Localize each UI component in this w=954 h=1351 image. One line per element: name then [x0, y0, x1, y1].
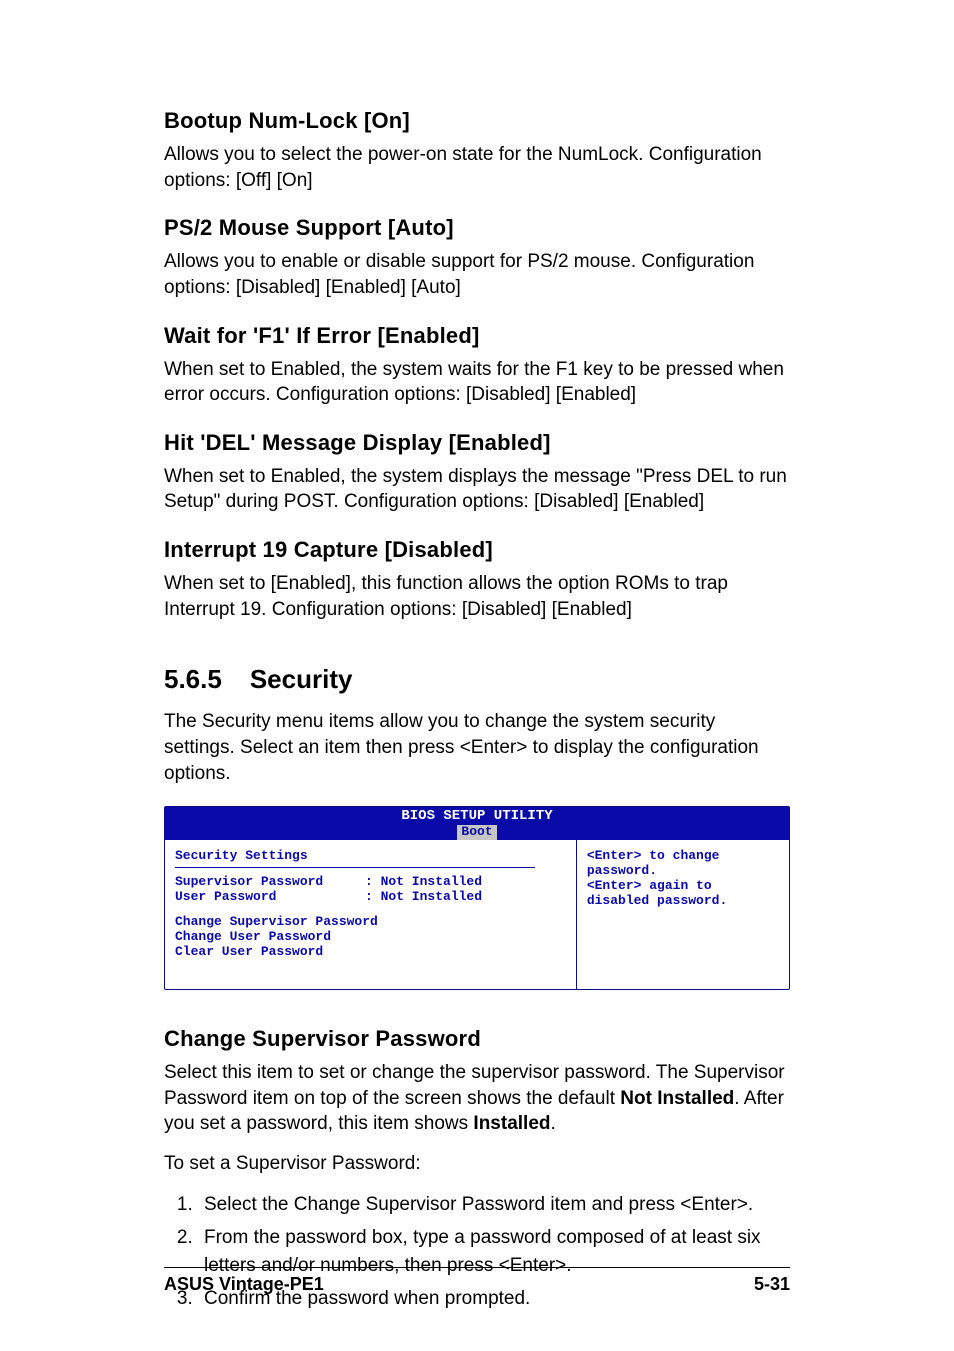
subsection-paragraph: Select this item to set or change the su… [164, 1060, 790, 1137]
section-body: When set to Enabled, the system waits fo… [164, 357, 790, 408]
section-body: Allows you to enable or disable support … [164, 249, 790, 300]
section-heading: Bootup Num-Lock [On] [164, 108, 790, 134]
footer-page-number: 5-31 [754, 1274, 790, 1295]
page-footer: ASUS Vintage-PE1 5-31 [164, 1267, 790, 1295]
bios-kv-row: User Password : Not Installed [175, 889, 566, 904]
bios-help-line: <Enter> again to [587, 878, 779, 893]
section-heading: Interrupt 19 Capture [Disabled] [164, 537, 790, 563]
bios-menu-item: Clear User Password [175, 944, 566, 959]
section-heading: Wait for 'F1' If Error [Enabled] [164, 323, 790, 349]
step-item: Select the Change Supervisor Password it… [198, 1191, 790, 1219]
footer-product: ASUS Vintage-PE1 [164, 1274, 324, 1295]
bios-tab-boot: Boot [457, 825, 496, 840]
section-number: 5.6.5 [164, 664, 222, 695]
subsection-heading: Change Supervisor Password [164, 1026, 790, 1052]
bold-text: Installed [473, 1113, 550, 1134]
section-heading: PS/2 Mouse Support [Auto] [164, 215, 790, 241]
text: . [551, 1113, 556, 1134]
bios-divider [175, 867, 535, 868]
bios-screenshot: BIOS SETUP UTILITY Boot Security Setting… [164, 806, 790, 990]
bios-help-line: <Enter> to change [587, 848, 779, 863]
section-title: Security [250, 664, 353, 695]
bold-text: Not Installed [620, 1088, 734, 1109]
bios-menu-item: Change Supervisor Password [175, 914, 566, 929]
bios-section-title: Security Settings [175, 848, 566, 863]
section-heading: Hit 'DEL' Message Display [Enabled] [164, 430, 790, 456]
section-body: When set to [Enabled], this function all… [164, 571, 790, 622]
section-intro: The Security menu items allow you to cha… [164, 709, 790, 786]
bios-menu-item: Change User Password [175, 929, 566, 944]
subsection-paragraph: To set a Supervisor Password: [164, 1151, 790, 1177]
bios-help-line: password. [587, 863, 779, 878]
bios-kv-row: Supervisor Password : Not Installed [175, 874, 566, 889]
section-body: When set to Enabled, the system displays… [164, 464, 790, 515]
bios-kv-key: User Password [175, 889, 365, 904]
bios-left-pane: Security Settings Supervisor Password : … [165, 840, 577, 989]
bios-title: BIOS SETUP UTILITY [165, 809, 789, 824]
bios-kv-value: : Not Installed [365, 889, 482, 904]
section-body: Allows you to select the power-on state … [164, 142, 790, 193]
bios-help-pane: <Enter> to change password. <Enter> agai… [577, 840, 789, 989]
bios-help-line: disabled password. [587, 893, 779, 908]
bios-kv-key: Supervisor Password [175, 874, 365, 889]
bios-titlebar: BIOS SETUP UTILITY Boot [165, 807, 789, 840]
bios-kv-value: : Not Installed [365, 874, 482, 889]
